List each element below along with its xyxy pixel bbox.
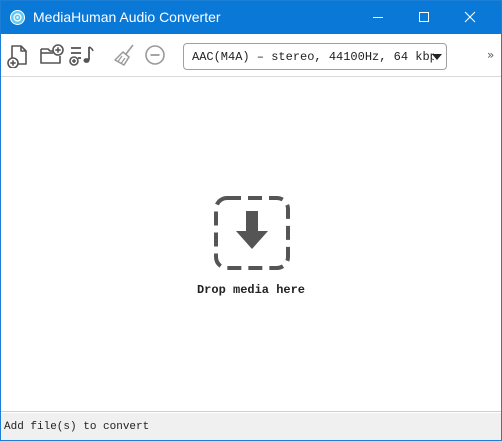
maximize-icon [419,12,429,22]
output-format-value: AAC(M4A) – stereo, 44100Hz, 64 kbps [192,50,434,64]
add-file-icon [7,45,27,68]
close-icon [464,11,476,23]
minimize-button[interactable] [355,1,401,34]
maximize-button[interactable] [401,1,447,34]
add-music-list-icon [69,46,94,66]
add-file-button[interactable] [6,42,32,68]
clear-list-button[interactable] [112,42,138,68]
window-title: MediaHuman Audio Converter [33,9,221,25]
minimize-icon [373,17,383,18]
app-window: MediaHuman Audio Converter AAC(M4A) – st… [0,0,502,441]
drop-hint-text: Drop media here [196,283,306,297]
drop-zone[interactable]: Drop media here [1,78,501,412]
add-folder-button[interactable] [38,42,64,68]
status-text: Add file(s) to convert [4,421,150,433]
minus-circle-icon [145,45,165,65]
toolbar-overflow-button[interactable]: » [487,48,494,62]
add-folder-icon [40,44,64,64]
close-button[interactable] [447,1,493,34]
title-bar[interactable]: MediaHuman Audio Converter [1,1,501,34]
status-bar: Add file(s) to convert [1,413,501,440]
remove-selected-button[interactable] [143,42,169,68]
output-format-dropdown[interactable]: AAC(M4A) – stereo, 44100Hz, 64 kbps [183,43,447,70]
broom-icon [114,44,134,66]
toolbar: AAC(M4A) – stereo, 44100Hz, 64 kbps » [1,34,501,77]
app-logo-icon [10,10,25,25]
dropdown-arrow-icon [432,54,442,60]
add-itunes-playlist-button[interactable] [69,42,95,68]
drop-arrow-icon [214,196,290,270]
